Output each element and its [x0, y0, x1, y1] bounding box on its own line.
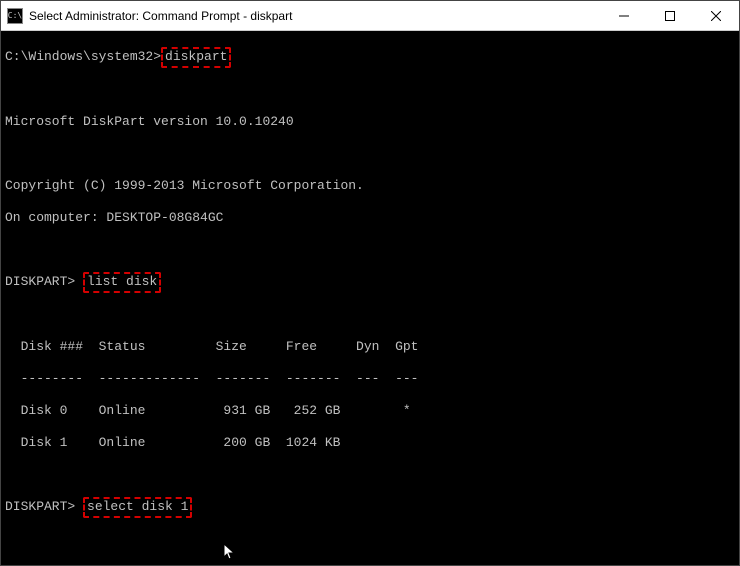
blank-line	[5, 467, 735, 483]
cmd-icon: C:\	[7, 8, 23, 24]
prompt-path: C:\Windows\system32>	[5, 49, 161, 64]
disk-row: Disk 0 Online 931 GB 252 GB *	[5, 403, 735, 419]
cmd-icon-label: C:\	[8, 12, 22, 20]
selected-disk-message: Disk 1 is now the selected disk.	[5, 564, 735, 565]
blank-line	[5, 307, 735, 323]
window-controls	[601, 1, 739, 30]
disk-row: Disk 1 Online 200 GB 1024 KB	[5, 435, 735, 451]
blank-line	[5, 146, 735, 162]
disk-table-divider: -------- ------------- ------- ------- -…	[5, 371, 735, 387]
blank-line	[5, 532, 735, 548]
maximize-button[interactable]	[647, 1, 693, 30]
blank-line	[5, 242, 735, 258]
cmd-list-disk-highlight: list disk	[83, 272, 161, 293]
window-title: Select Administrator: Command Prompt - d…	[29, 9, 601, 23]
terminal-output[interactable]: C:\Windows\system32>diskpart Microsoft D…	[1, 31, 739, 565]
titlebar[interactable]: C:\ Select Administrator: Command Prompt…	[1, 1, 739, 31]
disk-table-header: Disk ### Status Size Free Dyn Gpt	[5, 339, 735, 355]
diskpart-prompt: DISKPART>	[5, 499, 83, 514]
command-prompt-window: C:\ Select Administrator: Command Prompt…	[0, 0, 740, 566]
close-button[interactable]	[693, 1, 739, 30]
copyright-line: Copyright (C) 1999-2013 Microsoft Corpor…	[5, 178, 735, 194]
cmd-diskpart-highlight: diskpart	[161, 47, 231, 68]
minimize-button[interactable]	[601, 1, 647, 30]
version-line: Microsoft DiskPart version 10.0.10240	[5, 114, 735, 130]
blank-line	[5, 82, 735, 98]
cmd-select-disk-highlight: select disk 1	[83, 497, 192, 518]
diskpart-prompt: DISKPART>	[5, 274, 83, 289]
computer-line: On computer: DESKTOP-08G84GC	[5, 210, 735, 226]
